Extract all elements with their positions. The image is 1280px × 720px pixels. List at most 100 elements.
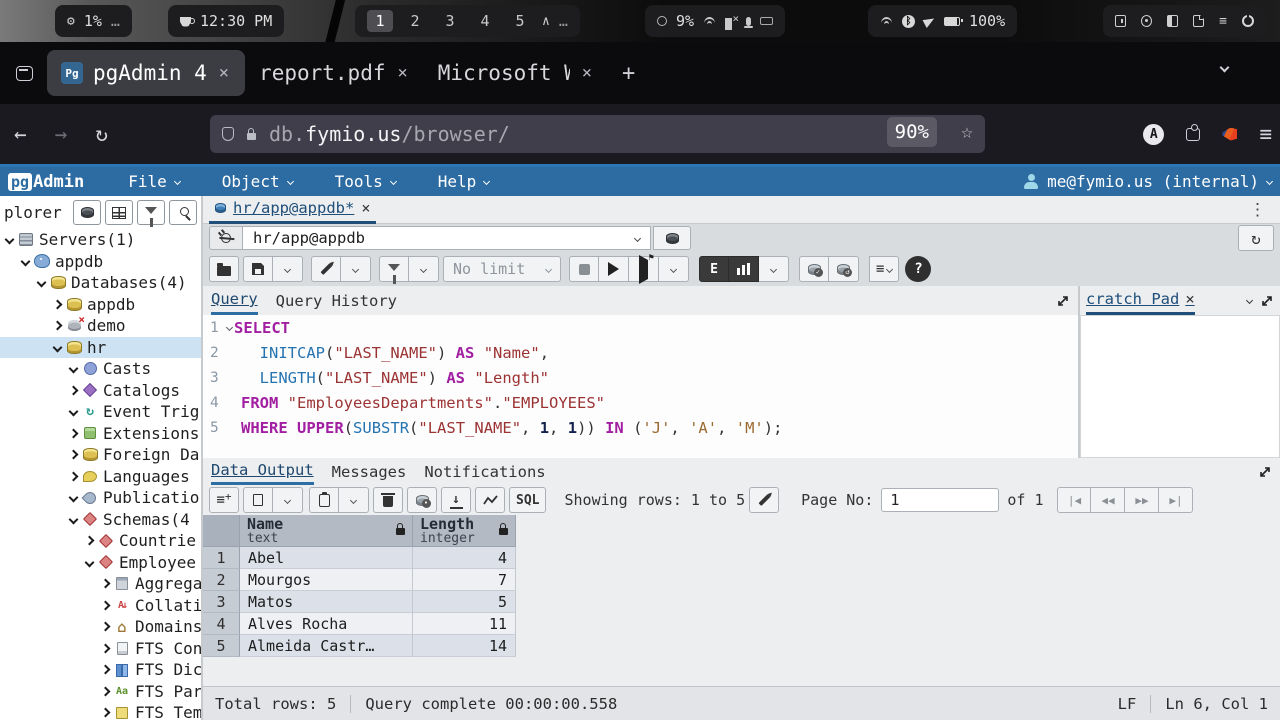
tab-query[interactable]: Query [211,286,258,315]
explain-options-button[interactable] [759,256,789,282]
new-connection-button[interactable] [653,226,691,250]
user-menu[interactable]: me@fymio.us (internal) [1023,172,1272,191]
tree-node-extensions[interactable]: Extensions [0,423,201,445]
kebab-menu-icon[interactable]: ⋮ [1241,200,1274,220]
firefox-view-icon[interactable] [16,66,33,81]
workspace-3[interactable]: 3 [437,10,463,32]
cell-length[interactable]: 4 [413,547,516,569]
cell-name[interactable]: Abel [240,547,413,569]
workspace-1[interactable]: 1 [367,10,393,32]
clock-widget[interactable]: 12:30 PM [168,5,284,37]
tree-node-aggrega[interactable]: Aggrega [0,573,201,595]
chevron-right-icon[interactable] [69,471,79,481]
paste-button[interactable] [309,487,339,513]
workspace-2[interactable]: 2 [402,10,428,32]
tab-close-icon[interactable]: × [580,63,594,83]
page-input[interactable]: 1 [881,488,999,512]
visualize-button[interactable] [475,487,505,513]
chevron-right-icon[interactable] [53,299,63,309]
cell-name[interactable]: Matos [240,591,413,613]
chevron-down-icon[interactable] [69,407,79,417]
system-tray[interactable]: ᛒ 100% [868,5,1017,37]
search-button[interactable] [169,200,197,225]
chevron-down-icon[interactable] [53,342,63,352]
cancel-query-button[interactable] [569,256,599,282]
execute-to-cursor-button[interactable]: ⚑ [629,256,659,282]
table-row[interactable]: 3Matos5 [203,591,1280,613]
scratch-pad-textarea[interactable] [1080,315,1280,458]
filter-button[interactable] [379,256,409,282]
tree-node-fts-con[interactable]: FTS Con [0,638,201,660]
menu-icon[interactable]: ≡ [1219,14,1227,29]
edit-options-button[interactable] [341,256,371,282]
rollback-button[interactable]: ↺ [829,256,859,282]
tree-node-casts[interactable]: Casts [0,358,201,380]
browser-tab-3[interactable]: Microsoft Wo× [424,50,608,96]
back-button[interactable]: ← [0,122,41,146]
chevron-down-icon[interactable] [37,278,47,288]
scratch-pad-tab[interactable]: cratch Pad × [1086,286,1195,315]
chevron-right-icon[interactable] [101,643,111,653]
table-row[interactable]: 2Mourgos7 [203,569,1280,591]
tree-node-countrie[interactable]: Countrie [0,530,201,552]
chevron-down-icon[interactable] [21,256,31,266]
query-tool-tab[interactable]: hr/app@appdb* × [209,196,376,224]
prev-page-button[interactable]: ◀◀ [1091,487,1125,513]
tree-node-appdb[interactable]: appdb [0,294,201,316]
tree-node-event-trig[interactable]: Event Trig [0,401,201,423]
https-lock-icon[interactable] [247,133,256,140]
tab-messages[interactable]: Messages [332,463,407,481]
browser-tab-2[interactable]: report.pdf× [245,50,424,96]
tree-node-publicatio[interactable]: Publicatio [0,487,201,509]
last-page-button[interactable]: ▶| [1159,487,1193,513]
chevron-down-icon[interactable] [69,514,79,524]
tab-close-icon[interactable]: × [395,63,409,83]
table-row[interactable]: 5Almeida Castr…14 [203,635,1280,657]
explain-button[interactable]: E [699,256,729,282]
forward-button[interactable]: → [41,122,82,146]
chevron-right-icon[interactable] [101,622,111,632]
megaphone-extension-icon[interactable] [1222,128,1237,141]
tree-node-catalogs[interactable]: Catalogs [0,380,201,402]
lock-screen-icon[interactable] [1115,15,1126,27]
expand-diagonal-icon[interactable] [1258,465,1272,479]
chevron-right-icon[interactable] [101,708,111,718]
help-button[interactable]: ? [905,256,931,282]
storage-icon[interactable] [1167,15,1178,27]
files-icon[interactable] [1193,15,1204,27]
menu-object[interactable]: Object [222,172,293,191]
connection-status-button[interactable] [209,226,243,250]
first-page-button[interactable]: |◀ [1057,487,1091,513]
power-icon[interactable] [1242,15,1254,27]
extensions-puzzle-icon[interactable] [1186,128,1200,141]
save-file-button[interactable] [243,256,273,282]
zoom-level-badge[interactable]: 90% [887,117,937,147]
properties-grid-button[interactable] [105,200,133,225]
row-number-cell[interactable]: 4 [203,613,240,635]
explain-analyze-button[interactable] [729,256,759,282]
commit-button[interactable]: ✓ [799,256,829,282]
menu-help[interactable]: Help [438,172,490,191]
menu-tools[interactable]: Tools [335,172,396,191]
tree-node-fts-dic[interactable]: FTS Dic [0,659,201,681]
tree-node-schemas-4[interactable]: Schemas(4 [0,509,201,531]
tree-node-foreign-da[interactable]: Foreign Da [0,444,201,466]
sql-editor[interactable]: 1SELECT2 INITCAP("LAST_NAME") AS "Name",… [203,315,1078,458]
list-all-tabs-icon[interactable] [1220,63,1230,73]
tree-node-collati[interactable]: Collati [0,595,201,617]
refresh-layout-button[interactable]: ↻ [1238,225,1274,251]
address-bar[interactable]: db.fymio.us/browser/ 90% ☆ [210,115,985,153]
menu-file[interactable]: File [128,172,180,191]
copy-button[interactable] [243,487,273,513]
tree-node-languages[interactable]: Languages [0,466,201,488]
tree-node-demo[interactable]: demo [0,315,201,337]
workspace-caret-icon[interactable]: ∧ [542,14,550,29]
chevron-right-icon[interactable] [69,385,79,395]
row-number-cell[interactable]: 2 [203,569,240,591]
status-indicators[interactable]: 9% [645,5,785,37]
column-header-length[interactable]: Lengthinteger [413,515,516,547]
chevron-down-icon[interactable] [5,235,15,245]
execute-button[interactable] [599,256,629,282]
next-page-button[interactable]: ▶▶ [1125,487,1159,513]
cell-name[interactable]: Almeida Castr… [240,635,413,657]
